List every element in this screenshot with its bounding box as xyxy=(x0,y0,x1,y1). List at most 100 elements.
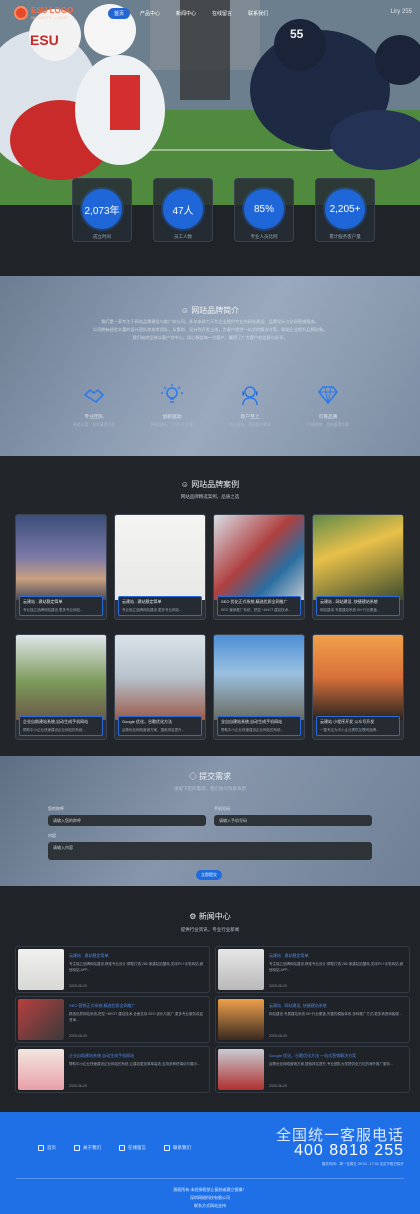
stats-row: 2,073年 成立时间 47人 员工人数 85% 专业人员比例 2,205+ 累计服务客… xyxy=(72,178,375,242)
phone-input[interactable]: 请输入手机号码 xyxy=(214,815,372,826)
about-section: ☺ 网站品牌简介 我们是一家专注于网站品牌建设与推广的公司，多年来致力于为企业提… xyxy=(0,276,420,456)
nav-item-message[interactable]: 在线留言 xyxy=(206,8,238,19)
case-title: Google 优化，谷歌优化方法 xyxy=(122,719,173,724)
case-desc: SEO 营销推广系统，把控 +8HOT 建站技术... xyxy=(221,608,292,612)
case-card[interactable]: 全自自建站系统,自动生成手机网站 帮助中小企业快速建设企业网站的系统... xyxy=(213,634,305,740)
news-title: 云建站 - 网站建设, 快捷建站系统 xyxy=(269,1003,327,1008)
phone-icon xyxy=(164,1145,170,1151)
nav-menu: 首页 产品中心 新闻中心 在线留言 联系我们 xyxy=(108,8,274,19)
news-image xyxy=(18,999,64,1040)
news-item[interactable]: 云建站 - 建站稳定简单专注独立品牌网站建设,精准专业设计,帮助打造 280 家… xyxy=(215,946,410,993)
cases-grid: 云建站 - 建站稳定简单 专业独立品牌网站建设,更多专业网站... 云建站 - 建… xyxy=(15,514,404,740)
case-card[interactable]: 云建站 - 建站稳定简单 专业独立品牌网站建设,更多专业网站... xyxy=(114,514,206,620)
form-subtitle: 请留下您的需求，我们会尽快联系您 xyxy=(174,786,246,791)
stat-value: 47人 xyxy=(163,189,203,229)
news-date: 2025-06-29 xyxy=(269,1034,287,1038)
logo-subtext: WEBSITE LOGO xyxy=(31,14,68,20)
news-desc: 精选优质网站系统,把控 +8HOT 建站技术,全面支持 SEO 优化与推广,更多… xyxy=(69,1012,204,1022)
svg-text:ESU: ESU xyxy=(30,32,59,48)
about-title: ☺ 网站品牌简介 xyxy=(0,305,420,316)
nav-item-home[interactable]: 首页 xyxy=(108,8,131,19)
stat-value: 2,073年 xyxy=(82,189,122,229)
nav-item-contact[interactable]: 联系我们 xyxy=(242,8,274,19)
footer-link-about[interactable]: 关于我们 xyxy=(74,1145,101,1151)
news-title: ⚙ 新闻中心 xyxy=(0,911,420,922)
news-item[interactable]: 云建站 - 网站建设, 快捷建站系统网站建设,专属建站系统 80+行业覆盖,完善… xyxy=(215,996,410,1043)
hero-banner: ESU 55 ESU LOGO WEBSITE LOGO 首页 产品中心 新闻中… xyxy=(0,0,420,205)
case-card[interactable]: 云建站 - 建站稳定简单专业独立品牌网站建设,更多专业网站... xyxy=(15,514,107,620)
case-card[interactable]: Google 优化，谷歌优化方法谷歌优化网络营销方案，搜索排名提升... xyxy=(114,634,206,740)
news-title: 企业自助建站系统,自动生成手机网站 xyxy=(69,1053,135,1058)
stat-value: 2,205+ xyxy=(325,189,365,229)
case-desc: 帮助中小企业快速建设企业网站的系统... xyxy=(221,728,284,732)
customer-service-icon xyxy=(242,386,258,406)
case-desc: 网站建设,专属建站系统 80+行业覆盖... xyxy=(320,608,380,612)
case-card[interactable]: 企业自助建站系统,自动生成手机网站 帮助中小企业快速建设企业网站的系统... xyxy=(15,634,107,740)
stat-card: 47人 员工人数 xyxy=(153,178,213,242)
case-desc: 专业独立品牌网站建设,更多专业网站... xyxy=(23,608,83,612)
about-text: 我们是一家专注于网站品牌建设与推广的公司，多年来致力于为企业提供专业的网站建设、… xyxy=(62,318,358,342)
lightbulb-icon xyxy=(161,384,183,403)
news-item[interactable]: 云建站 - 建站稳定简单 专注独立品牌网站建设,精准专业设计,帮助打造 280 家… xyxy=(15,946,210,993)
news-title-text: 新闻中心 xyxy=(198,912,231,921)
case-caption: 全自自建站系统,自动生成手机网站 帮助中小企业快速建设企业网站的系统... xyxy=(217,716,301,736)
feature-title: 可靠品质 xyxy=(318,415,338,420)
news-subtitle: 提供行业资讯，专业行业新闻 xyxy=(180,927,240,932)
svg-text:55: 55 xyxy=(290,27,304,41)
feature-desc: 持续创新，引领行业发展 xyxy=(151,423,193,427)
about-paragraph: 公司拥有经验丰富的设计团队和技术团队，从策划、设计到开发上线，为客户提供一站式的… xyxy=(92,327,328,332)
news-item[interactable]: 企业自助建站系统,自动生成手机网站 帮助中小企业快速建设企业网站的系统,让建站更加… xyxy=(15,1046,210,1093)
case-caption: Google 优化，谷歌优化方法谷歌优化网络营销方案，搜索排名提升... xyxy=(118,716,202,736)
news-date: 2025-06-29 xyxy=(69,984,87,988)
support-link[interactable]: 联系方式网站支持 xyxy=(0,1203,420,1209)
site-logo[interactable]: ESU LOGO WEBSITE LOGO xyxy=(14,6,73,20)
submit-button[interactable]: 立即提交 xyxy=(196,870,222,880)
footer-link-home[interactable]: 首页 xyxy=(38,1145,56,1151)
news-item[interactable]: SEO 营销正式系统,精选优质全网推广精选优质网站系统,把控 +8HOT 建站技… xyxy=(15,996,210,1043)
footer-divider xyxy=(16,1178,404,1179)
footer-link-label: 首页 xyxy=(47,1145,56,1150)
name-label: 您的称呼 xyxy=(48,806,64,811)
news-image xyxy=(218,999,264,1040)
case-image xyxy=(214,635,304,720)
content-textarea[interactable]: 请输入内容 xyxy=(48,842,372,860)
news-desc: 网站建设,专属建站系统 80+行业覆盖,完善的模板体系,多种推广方式,更多请咨询… xyxy=(269,1012,402,1016)
case-desc: 谷歌优化网络营销方案，搜索排名提升... xyxy=(122,728,185,732)
case-image xyxy=(115,635,205,720)
nav-item-news[interactable]: 新闻中心 xyxy=(170,8,202,19)
hotline-number[interactable]: 400 8818 255 xyxy=(294,1142,404,1160)
nav-item-products[interactable]: 产品中心 xyxy=(134,8,166,19)
case-card[interactable]: SEO 优化正式系统,精选优质全网推广 SEO 营销推广系统，把控 +8HOT 建… xyxy=(213,514,305,620)
news-title: Google 优化，谷歌优化方法 一站式营销解决方案 xyxy=(269,1053,357,1058)
case-desc: 一整专注为中小企业提供互联网品牌... xyxy=(320,728,379,732)
news-desc: 专注独立品牌网站建设,精准专业设计,帮助打造 280 家建站加盟商,支持PC+手… xyxy=(269,962,404,972)
user-icon: ☺ xyxy=(180,480,192,489)
case-image xyxy=(214,515,304,600)
case-image xyxy=(313,635,403,720)
case-image xyxy=(115,515,205,600)
news-image xyxy=(18,1049,64,1090)
logo-text: ESU LOGO xyxy=(31,5,74,15)
company-name: 深圳网络科技有限公司 xyxy=(190,1195,230,1200)
cases-title-text: 网站品牌案例 xyxy=(191,480,240,489)
news-item[interactable]: Google 优化，谷歌优化方法 一站式营销解决方案 谷歌优化网络营销方案,搜索排… xyxy=(215,1046,410,1093)
case-card[interactable]: 云建站 小程序开发 公众号开发 一整专注为中小企业提供互联网品牌... xyxy=(312,634,404,740)
name-input[interactable]: 请输入您的称呼 xyxy=(48,815,206,826)
footer-link-message[interactable]: 在线留言 xyxy=(119,1145,146,1151)
footer-link-contact[interactable]: 联系我们 xyxy=(164,1145,191,1151)
case-title: 全自自建站系统,自动生成手机网站 xyxy=(221,719,283,724)
news-title: SEO 营销正式系统,精选优质全网推广 xyxy=(69,1003,136,1008)
news-title: 云建站 - 建站稳定简单 xyxy=(269,953,309,958)
case-card[interactable]: 云建站 - 网站建设, 快捷建站系统 网站建设,专属建站系统 80+行业覆盖... xyxy=(312,514,404,620)
news-title: 云建站 - 建站稳定简单 xyxy=(69,953,109,958)
news-date: 2025-06-29 xyxy=(69,1084,87,1088)
case-title: 云建站 - 建站稳定简单 xyxy=(23,599,63,604)
feature-desc: 经验丰富，技术精湛可靠 xyxy=(73,423,115,427)
case-caption: 云建站 小程序开发 公众号开发 一整专注为中小企业提供互联网品牌... xyxy=(316,716,400,736)
about-title-text: 网站品牌简介 xyxy=(191,306,240,315)
case-title: 企业自助建站系统,自动生成手机网站 xyxy=(23,719,89,724)
logo-icon xyxy=(14,6,28,20)
phone-label: 手机号码 xyxy=(214,806,230,811)
feature-title: 创新驱动 xyxy=(162,415,182,420)
footer-link-label: 关于我们 xyxy=(83,1145,101,1150)
